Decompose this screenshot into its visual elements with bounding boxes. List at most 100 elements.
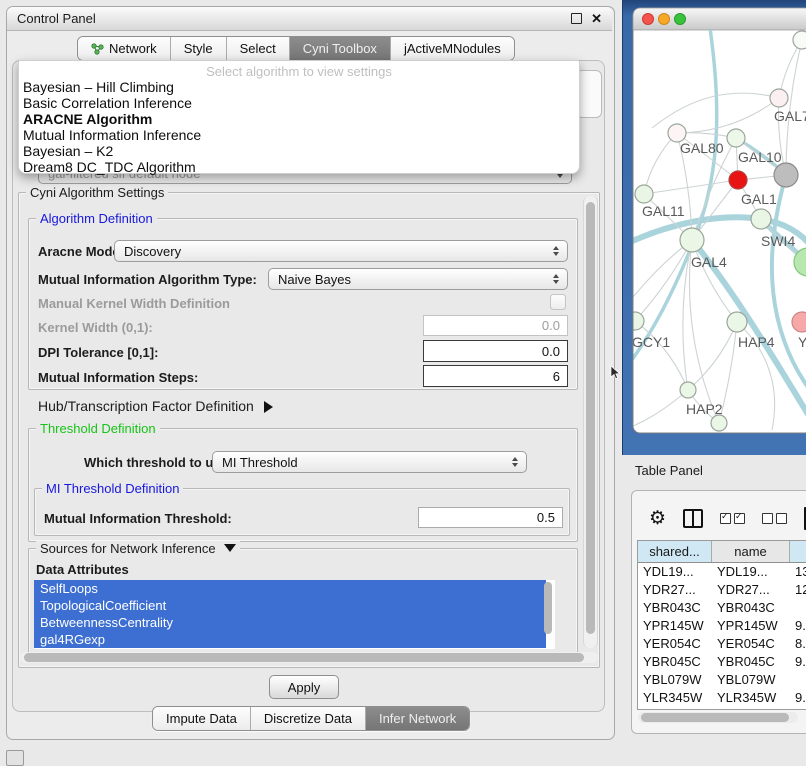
tab-discretize-data[interactable]: Discretize Data — [251, 707, 366, 730]
which-threshold-combo[interactable]: MI Threshold — [212, 451, 527, 473]
network-node-hap2[interactable] — [680, 382, 696, 398]
tab-network[interactable]: Network — [78, 37, 171, 60]
network-node[interactable] — [711, 415, 727, 431]
mi-threshold-definition-title: MI Threshold Definition — [42, 481, 183, 496]
network-node-gal1[interactable] — [729, 171, 747, 189]
aracne-mode-combo[interactable]: Discovery — [114, 240, 568, 262]
network-node-gcy1[interactable] — [626, 312, 644, 330]
mi-algorithm-type-combo[interactable]: Naive Bayes — [268, 268, 568, 290]
mi-threshold-value: 0.5 — [537, 510, 555, 525]
column-header-name[interactable]: name — [712, 541, 790, 562]
table-row[interactable]: YBR045CYBR045C9. — [638, 653, 806, 671]
attribute-item-topologicalcoefficient[interactable]: TopologicalCoefficient — [34, 597, 546, 614]
table-cell: YIL052C — [638, 707, 712, 710]
network-node[interactable] — [774, 163, 798, 187]
network-node-hap4[interactable] — [727, 312, 747, 332]
table-cell: YDL19... — [638, 563, 712, 581]
network-node[interactable] — [793, 31, 806, 49]
close-traffic-light[interactable] — [643, 14, 654, 25]
tab-select[interactable]: Select — [227, 37, 290, 60]
apply-button[interactable]: Apply — [269, 675, 339, 699]
sources-title[interactable]: Sources for Network Inference — [36, 541, 240, 556]
table-cell: YBR043C — [638, 599, 712, 617]
dropdown-item-mutual-information-inference[interactable]: Mutual Information Inference — [19, 127, 579, 143]
expanded-arrow-icon — [224, 544, 236, 552]
manual-kernel-width-checkbox[interactable] — [550, 294, 566, 310]
dropdown-prompt: Select algorithm to view settings — [19, 64, 579, 79]
close-window-icon[interactable]: ✕ — [591, 12, 602, 25]
combo-arrows-icon — [553, 274, 559, 284]
dropdown-item-dream8-dc-tdc-algorithm[interactable]: Dream8 DC_TDC Algorithm — [19, 159, 579, 175]
attribute-item-gal4rgexp[interactable]: gal4RGexp — [34, 631, 546, 648]
dropdown-item-aracne-algorithm[interactable]: ARACNE Algorithm — [19, 111, 579, 127]
algorithm-dropdown-list: Select algorithm to view settings Bayesi… — [18, 60, 580, 174]
table-row[interactable]: YDL19...YDL19...13 — [638, 563, 806, 581]
table-cell: 9. — [790, 689, 806, 707]
attribute-item-betweennesscentrality[interactable]: BetweennessCentrality — [34, 614, 546, 631]
table-row[interactable]: YBR043CYBR043C — [638, 599, 806, 617]
tab-cyni-toolbox[interactable]: Cyni Toolbox — [290, 37, 391, 60]
table-row[interactable]: YDR27...YDR27...12 — [638, 581, 806, 599]
table-cell: YPR145W — [638, 617, 712, 635]
dropdown-item-basic-correlation-inference[interactable]: Basic Correlation Inference — [19, 95, 579, 111]
minimize-traffic-light[interactable] — [659, 14, 670, 25]
network-node-gal4[interactable] — [680, 228, 704, 252]
tab-label: Cyni Toolbox — [303, 41, 377, 56]
split-view-icon[interactable] — [683, 509, 703, 528]
settings-hscroll-thumb[interactable] — [24, 653, 584, 662]
tab-label: Impute Data — [166, 711, 237, 726]
table-cell — [790, 599, 806, 617]
dpi-tolerance-value: 0.0 — [542, 344, 560, 359]
which-threshold-value: MI Threshold — [222, 455, 298, 470]
column-header-a[interactable]: A — [790, 541, 806, 562]
network-node-gal7[interactable] — [770, 89, 788, 107]
network-node-gal10[interactable] — [727, 129, 745, 147]
table-cell: 9 — [790, 707, 806, 710]
tab-impute-data[interactable]: Impute Data — [153, 707, 251, 730]
screen: { "colors": { "selection_blue": "#3D6FD2… — [0, 0, 806, 762]
column-header-shared[interactable]: shared... — [638, 541, 712, 562]
table-row[interactable]: YBL079WYBL079W — [638, 671, 806, 689]
data-attributes-list: SelfLoopsTopologicalCoefficientBetweenne… — [34, 580, 555, 649]
table-row[interactable]: YPR145WYPR145W9. — [638, 617, 806, 635]
list-scrollbar-thumb[interactable] — [544, 582, 552, 634]
cyni-bottom-tabstrip: Impute Data Discretize DataInfer Network — [152, 706, 470, 731]
network-node-gal11[interactable] — [635, 185, 653, 203]
mi-steps-field[interactable]: 6 — [423, 365, 568, 387]
checked-pair-icon[interactable] — [720, 513, 745, 524]
collapsed-panel-button[interactable] — [6, 750, 24, 766]
mouse-cursor — [610, 366, 622, 380]
settings-horizontal-scrollbar[interactable] — [20, 652, 598, 663]
dropdown-item-bayesian-hill-climbing[interactable]: Bayesian – Hill Climbing — [19, 79, 579, 95]
node-label-gal7: GAL7 — [774, 108, 806, 124]
table-row[interactable]: YIL052CYIL052C9 — [638, 707, 806, 710]
tab-jactivemnodules[interactable]: jActiveMNodules — [391, 37, 514, 60]
table-hscroll-thumb[interactable] — [641, 713, 789, 722]
gear-icon[interactable]: ⚙ — [649, 509, 666, 528]
attribute-item-selfloops[interactable]: SelfLoops — [34, 580, 546, 597]
dpi-tolerance-field[interactable]: 0.0 — [423, 340, 568, 362]
dropdown-item-bayesian-k2[interactable]: Bayesian – K2 — [19, 143, 579, 159]
mi-steps-label: Mutual Information Steps: — [38, 370, 198, 385]
settings-vscroll-thumb[interactable] — [586, 202, 595, 634]
settings-vertical-scrollbar[interactable] — [583, 196, 598, 648]
table-cell: YPR145W — [712, 617, 790, 635]
zoom-traffic-light[interactable] — [675, 14, 686, 25]
tab-style[interactable]: Style — [171, 37, 227, 60]
tab-infer-network[interactable]: Infer Network — [366, 707, 469, 730]
table-row[interactable]: YER054CYER054C8. — [638, 635, 806, 653]
table-cell: 9. — [790, 617, 806, 635]
float-window-icon[interactable] — [571, 13, 582, 24]
network-view-window[interactable]: GAL7GAL80GAL10GAL1GAL11SWI4GAL4GCY1HAP4Y… — [622, 0, 806, 455]
hub-definition-toggle[interactable]: Hub/Transcription Factor Definition — [38, 398, 273, 414]
kernel-width-field[interactable]: 0.0 — [423, 315, 568, 336]
table-horizontal-scrollbar[interactable] — [638, 712, 798, 723]
network-node-y[interactable] — [792, 312, 806, 332]
table-row[interactable]: YLR345WYLR345W9. — [638, 689, 806, 707]
tab-label: Select — [240, 41, 276, 56]
manual-kernel-width-label: Manual Kernel Width Definition — [38, 296, 230, 311]
unchecked-pair-icon[interactable] — [762, 513, 787, 524]
control-panel-titlebar: Control Panel ✕ — [7, 7, 612, 31]
network-node-swi4[interactable] — [751, 209, 771, 229]
mi-threshold-field[interactable]: 0.5 — [418, 507, 563, 528]
